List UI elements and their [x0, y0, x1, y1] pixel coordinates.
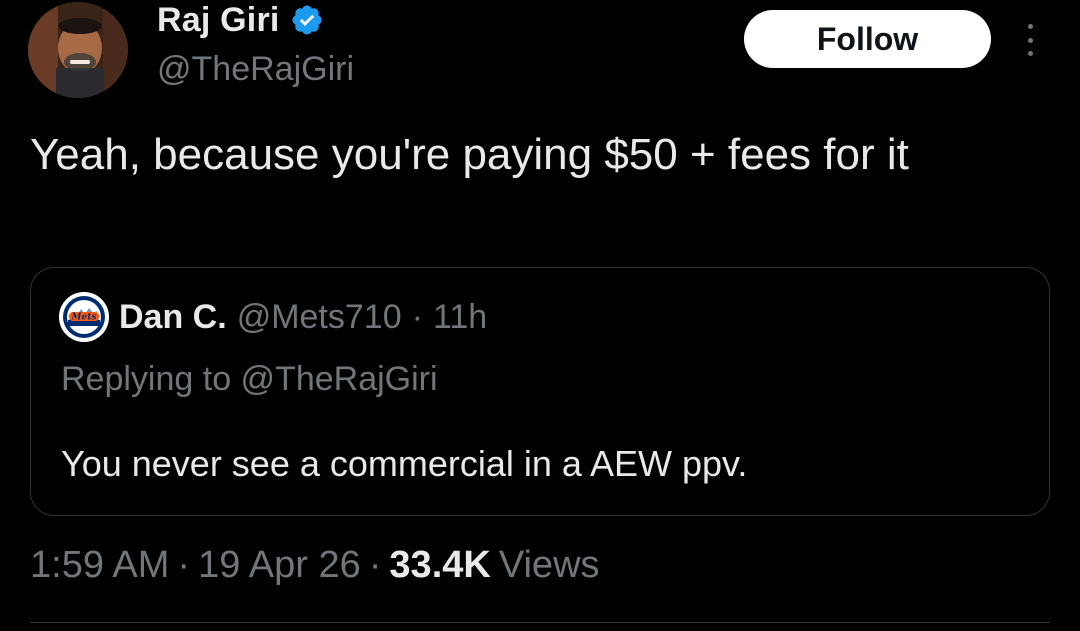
- quoted-author-name[interactable]: Dan C.: [119, 298, 227, 337]
- views-label: Views: [498, 543, 600, 586]
- tweet-meta: 1:59 AM · 19 Apr 26 · 33.4K Views: [30, 540, 600, 590]
- verified-badge-icon: [292, 5, 322, 35]
- quoted-author-avatar[interactable]: Mets: [59, 292, 109, 342]
- follow-button[interactable]: Follow: [744, 10, 991, 68]
- author-name[interactable]: Raj Giri: [157, 3, 280, 37]
- author-name-row[interactable]: Raj Giri: [157, 0, 324, 40]
- more-dots-icon[interactable]: [1020, 24, 1040, 56]
- tweet-date[interactable]: 19 Apr 26: [198, 544, 361, 587]
- quoted-tweet-card[interactable]: Mets Dan C. @Mets710 · 11h Replying to @…: [30, 267, 1050, 516]
- quoted-replying-to: Replying to @TheRajGiri: [61, 360, 438, 398]
- quoted-tweet-header: Mets Dan C. @Mets710 · 11h: [59, 292, 487, 342]
- meta-separator: ·: [177, 543, 191, 586]
- views-count: 33.4K: [389, 543, 491, 586]
- divider: [30, 622, 1050, 623]
- svg-text:Mets: Mets: [71, 313, 97, 323]
- author-avatar[interactable]: [28, 2, 128, 98]
- tweet-time[interactable]: 1:59 AM: [30, 544, 169, 587]
- quoted-meta-separator: ·: [411, 297, 423, 336]
- tweet-text: Yeah, because you're paying $50 + fees f…: [30, 130, 909, 179]
- quoted-tweet-time[interactable]: 11h: [433, 298, 487, 337]
- meta-separator: ·: [368, 543, 382, 586]
- quoted-tweet-text: You never see a commercial in a AEW ppv.: [61, 443, 748, 484]
- quoted-author-handle[interactable]: @Mets710: [237, 298, 402, 337]
- author-handle[interactable]: @TheRajGiri: [157, 52, 354, 86]
